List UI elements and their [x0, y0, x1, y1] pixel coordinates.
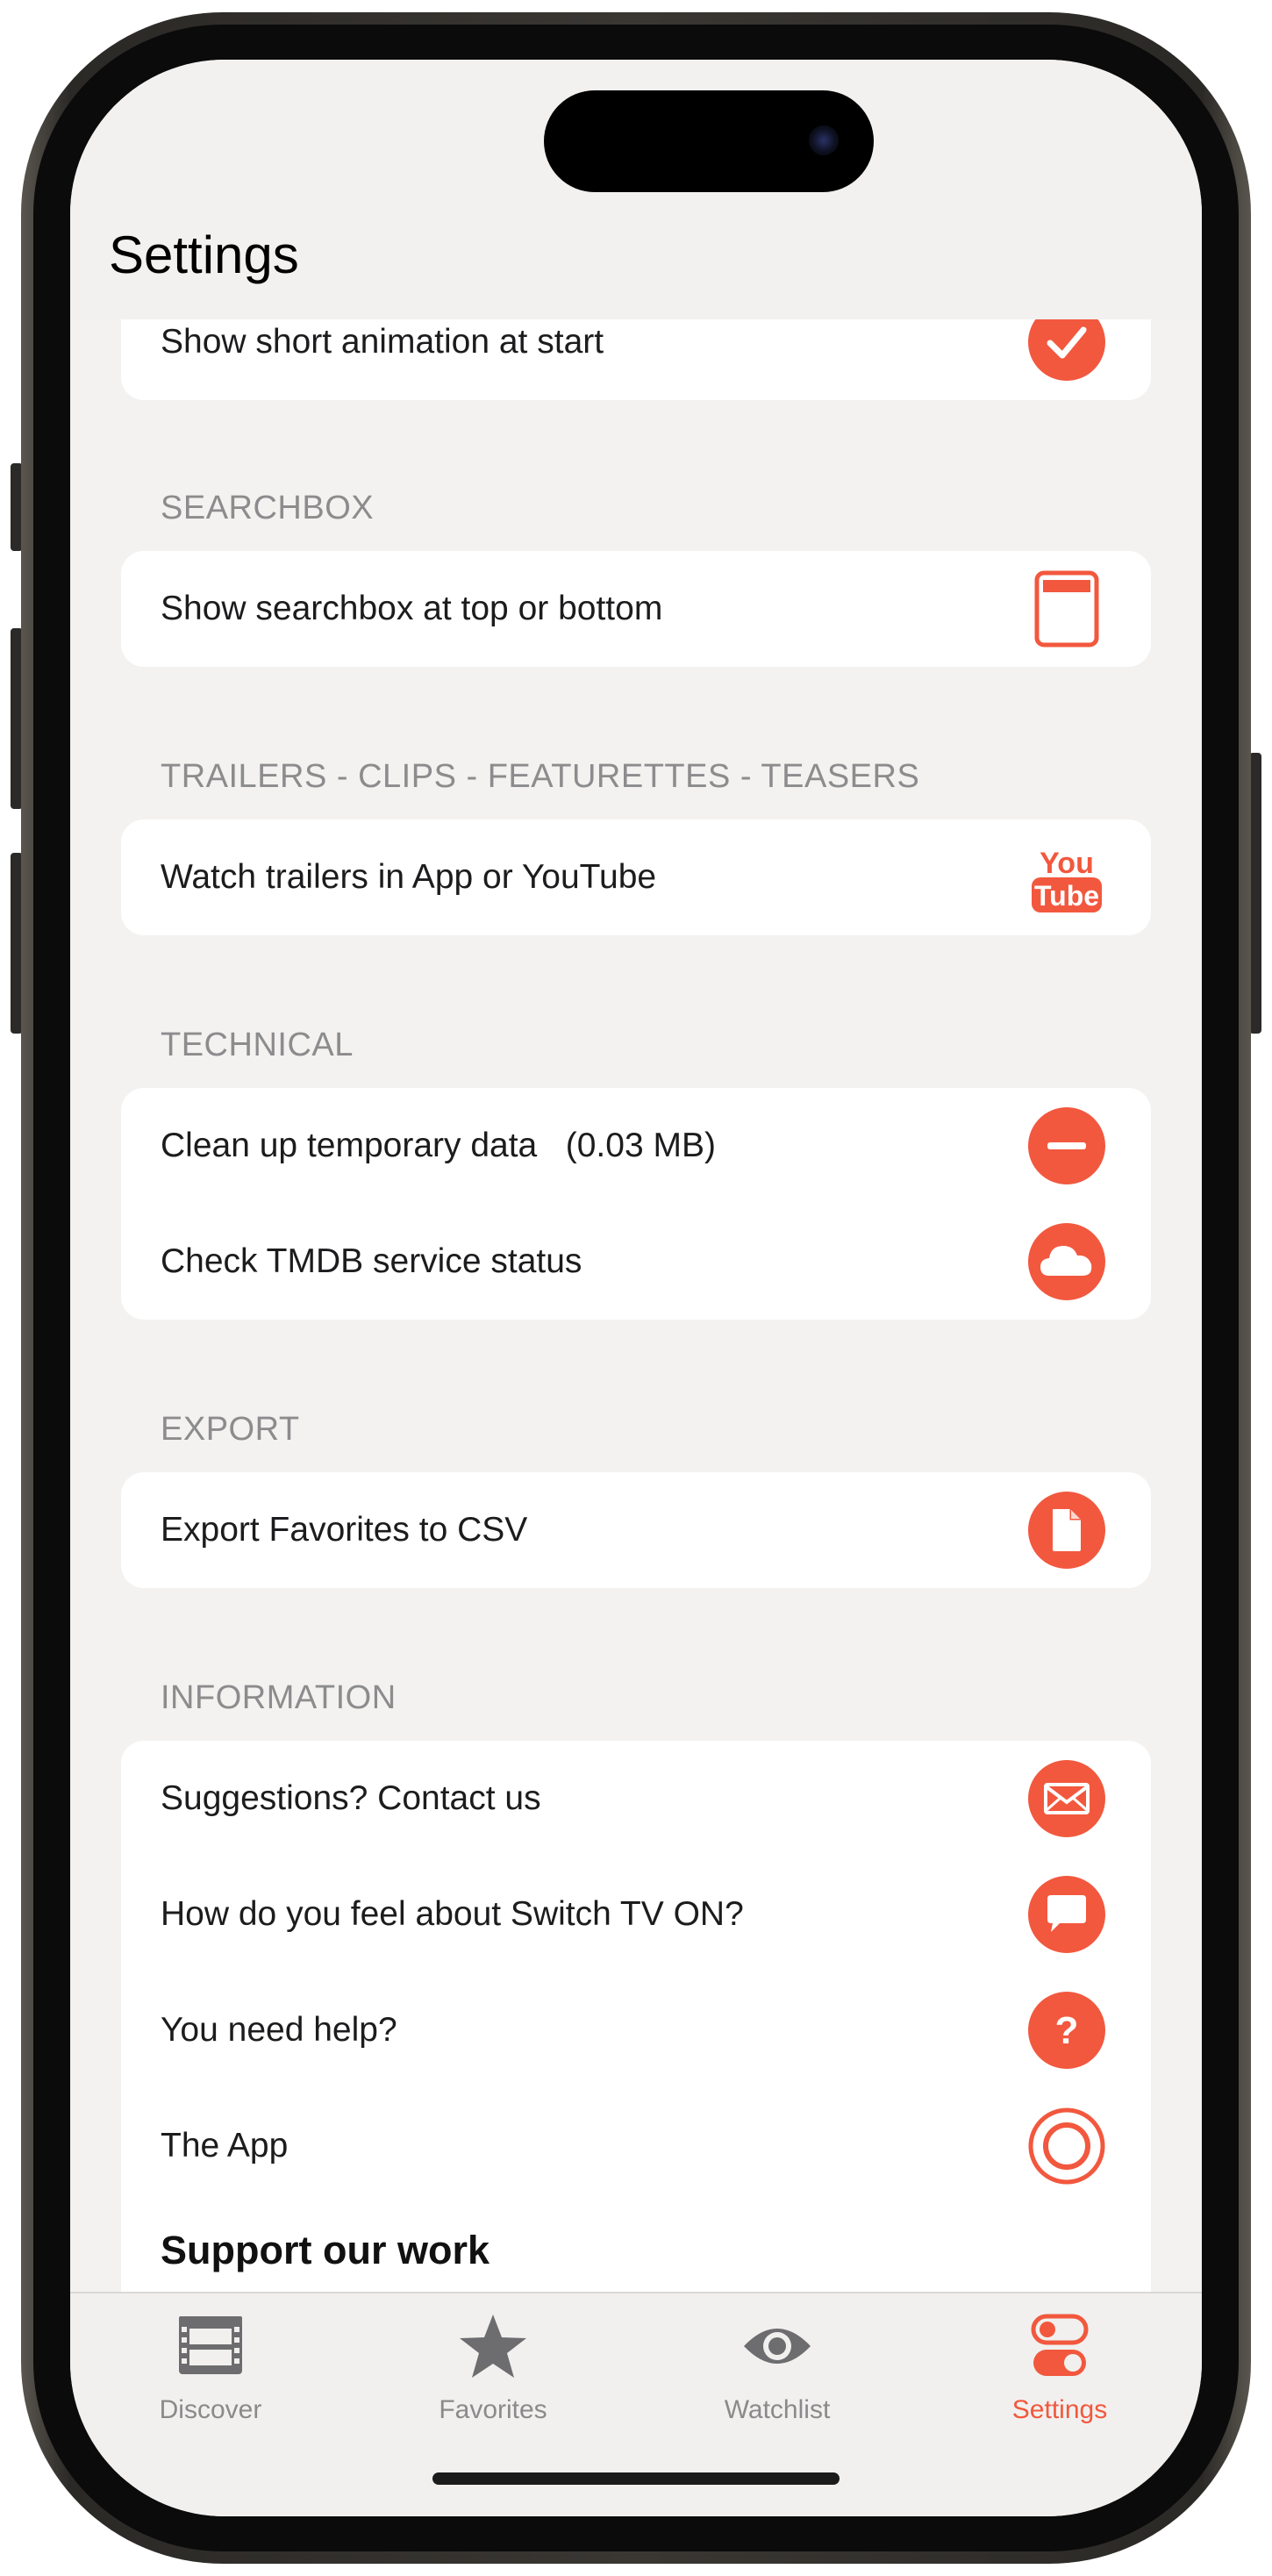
- power-button[interactable]: [1249, 753, 1261, 1034]
- tab-favorites-label: Favorites: [439, 2395, 547, 2424]
- cloud-icon[interactable]: [1028, 1223, 1105, 1300]
- export-row[interactable]: Export Favorites to CSV: [121, 1472, 1151, 1588]
- section-header-export: EXPORT: [161, 1411, 300, 1448]
- export-card: Export Favorites to CSV: [121, 1472, 1151, 1588]
- tab-discover-label: Discover: [159, 2395, 262, 2424]
- feedback-row[interactable]: How do you feel about Switch TV ON?: [121, 1857, 1151, 1972]
- cleanup-label: Clean up temporary data (0.03 MB): [161, 1127, 716, 1164]
- document-icon[interactable]: [1028, 1492, 1105, 1569]
- section-header-trailers: TRAILERS - CLIPS - FEATURETTES - TEASERS: [161, 758, 920, 795]
- searchbox-row[interactable]: Show searchbox at top or bottom: [121, 551, 1151, 667]
- trailers-row[interactable]: Watch trailers in App or YouTube You Tub…: [121, 819, 1151, 935]
- tab-watchlist[interactable]: Watchlist: [690, 2293, 865, 2443]
- svg-text:?: ?: [1055, 2009, 1079, 2052]
- star-icon: [460, 2315, 526, 2378]
- eye-icon: [744, 2329, 811, 2364]
- help-row[interactable]: You need help? ?: [121, 1972, 1151, 2088]
- help-label: You need help?: [161, 2011, 397, 2049]
- section-header-information: INFORMATION: [161, 1679, 397, 1716]
- svg-text:Tube: Tube: [1034, 880, 1099, 912]
- camera-icon: [809, 125, 839, 155]
- tab-discover[interactable]: Discover: [123, 2293, 298, 2443]
- tab-favorites[interactable]: Favorites: [405, 2293, 581, 2443]
- searchbox-position-icon[interactable]: [1028, 570, 1105, 648]
- feedback-label: How do you feel about Switch TV ON?: [161, 1895, 744, 1933]
- settings-list[interactable]: Show short animation at start SEARCHBOX …: [70, 60, 1202, 2516]
- tmdb-status-row[interactable]: Check TMDB service status: [121, 1204, 1151, 1320]
- technical-card: Clean up temporary data (0.03 MB) Check …: [121, 1088, 1151, 1320]
- contact-row[interactable]: Suggestions? Contact us: [121, 1741, 1151, 1857]
- searchbox-label: Show searchbox at top or bottom: [161, 590, 663, 627]
- question-icon[interactable]: ?: [1028, 1992, 1105, 2069]
- chat-bubble-icon[interactable]: [1028, 1876, 1105, 1953]
- page-title: Settings: [109, 225, 299, 284]
- screen: Show short animation at start SEARCHBOX …: [70, 60, 1202, 2516]
- toggles-icon: [1031, 2314, 1089, 2376]
- tab-settings[interactable]: Settings: [972, 2293, 1147, 2443]
- tmdb-status-label: Check TMDB service status: [161, 1242, 582, 1280]
- cleanup-row[interactable]: Clean up temporary data (0.03 MB): [121, 1088, 1151, 1204]
- trailers-card: Watch trailers in App or YouTube You Tub…: [121, 819, 1151, 935]
- trailers-label: Watch trailers in App or YouTube: [161, 858, 657, 896]
- tab-settings-label: Settings: [1011, 2395, 1108, 2424]
- section-header-searchbox: SEARCHBOX: [161, 490, 375, 526]
- tab-watchlist-label: Watchlist: [724, 2395, 831, 2424]
- svg-text:You: You: [1040, 847, 1094, 880]
- searchbox-card: Show searchbox at top or bottom: [121, 551, 1151, 667]
- target-icon[interactable]: [1028, 2107, 1105, 2185]
- film-icon: [179, 2316, 242, 2374]
- contact-label: Suggestions? Contact us: [161, 1779, 541, 1817]
- minus-circle-icon[interactable]: [1028, 1107, 1105, 1184]
- dynamic-island: [544, 90, 874, 192]
- the-app-label: The App: [161, 2127, 289, 2165]
- home-indicator[interactable]: [432, 2472, 840, 2485]
- envelope-icon[interactable]: [1028, 1760, 1105, 1837]
- export-label: Export Favorites to CSV: [161, 1511, 528, 1549]
- section-header-technical: TECHNICAL: [161, 1027, 354, 1063]
- the-app-row[interactable]: The App: [121, 2088, 1151, 2204]
- youtube-icon[interactable]: You Tube: [1028, 839, 1105, 916]
- support-heading[interactable]: Support our work: [161, 2228, 490, 2273]
